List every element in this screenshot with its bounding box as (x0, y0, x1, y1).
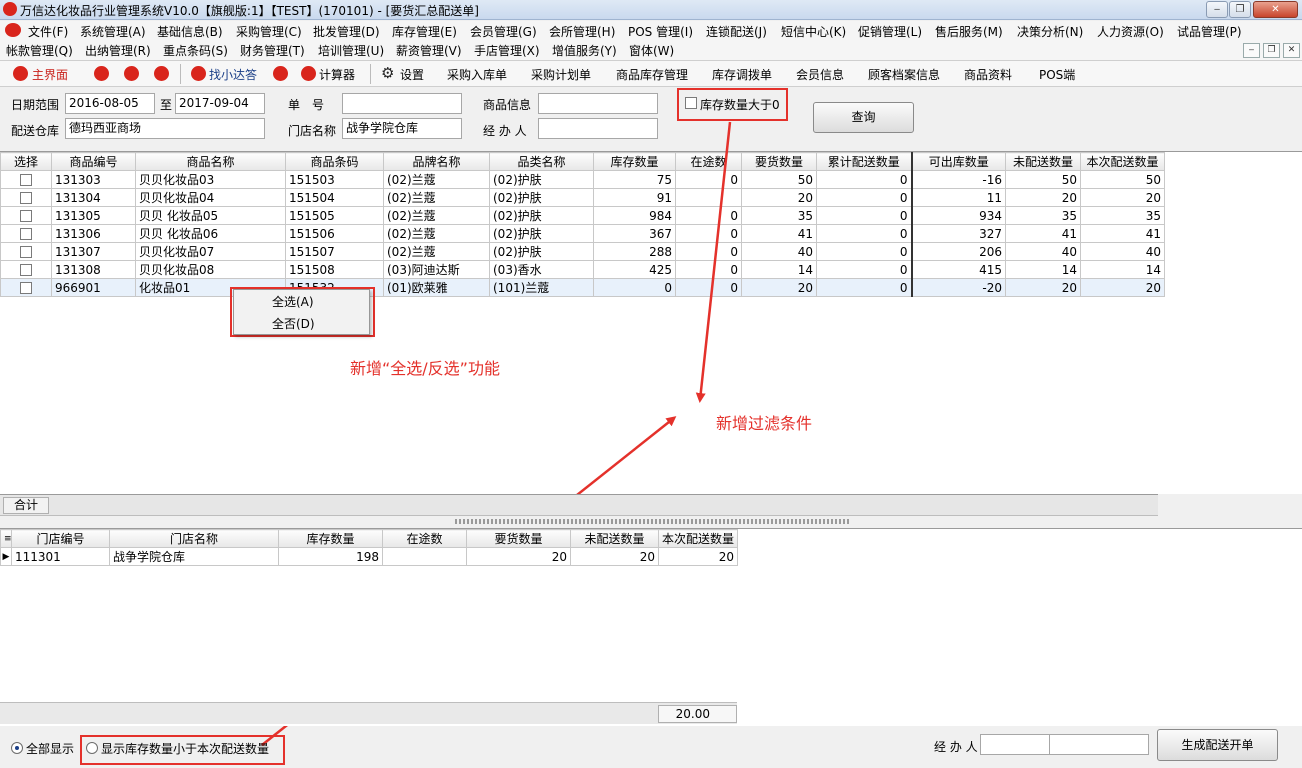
row-indicator-icon: ▶ (0, 547, 12, 566)
show-all-radio[interactable] (11, 742, 23, 754)
splitter-grip[interactable] (455, 519, 850, 524)
show-less-label: 显示库存数量小于本次配送数量 (101, 742, 270, 756)
show-all-label: 全部显示 (26, 742, 75, 756)
detail-cell: 20 (466, 547, 571, 566)
bottom-handler-name-input[interactable] (1049, 734, 1149, 755)
col-store-no[interactable]: 门店编号 (11, 529, 110, 548)
col-detail-request[interactable]: 要货数量 (466, 529, 571, 548)
col-detail-stock[interactable]: 库存数量 (278, 529, 383, 548)
total-label: 合计 (3, 497, 49, 514)
arrow-to-filter (695, 121, 732, 403)
generate-delivery-button[interactable]: 生成配送开单 (1157, 729, 1278, 761)
detail-cell: 198 (278, 547, 383, 566)
detail-cell (382, 547, 467, 566)
detail-footer-total: 20.00 (658, 705, 737, 723)
detail-row[interactable]: ▶ 111301 战争学院仓库 198 20 20 20 (0, 547, 738, 566)
show-less-radio[interactable] (86, 742, 98, 754)
detail-cell: 战争学院仓库 (109, 547, 279, 566)
detail-table-header: ≡ 门店编号 门店名称 库存数量 在途数 要货数量 未配送数量 本次配送数量 (0, 529, 738, 548)
detail-cell: 111301 (11, 547, 110, 566)
bottom-handler-label: 经 办 人 (934, 740, 978, 754)
col-detail-transit[interactable]: 在途数 (382, 529, 467, 548)
detail-footer-bar: 20.00 (0, 702, 737, 724)
detail-grid: ≡ 门店编号 门店名称 库存数量 在途数 要货数量 未配送数量 本次配送数量 ▶… (0, 528, 1302, 726)
col-detail-undelivered[interactable]: 未配送数量 (570, 529, 659, 548)
splitter[interactable] (0, 516, 1302, 528)
col-detail-this-delivery[interactable]: 本次配送数量 (658, 529, 738, 548)
detail-table: ≡ 门店编号 门店名称 库存数量 在途数 要货数量 未配送数量 本次配送数量 ▶… (0, 529, 738, 566)
detail-cell: 20 (570, 547, 659, 566)
detail-row-indicator-header: ≡ (0, 529, 12, 548)
detail-cell: 20 (658, 547, 738, 566)
summary-bar: 合计 (0, 494, 1158, 516)
bottom-handler-input[interactable] (980, 734, 1050, 755)
col-store-name[interactable]: 门店名称 (109, 529, 279, 548)
